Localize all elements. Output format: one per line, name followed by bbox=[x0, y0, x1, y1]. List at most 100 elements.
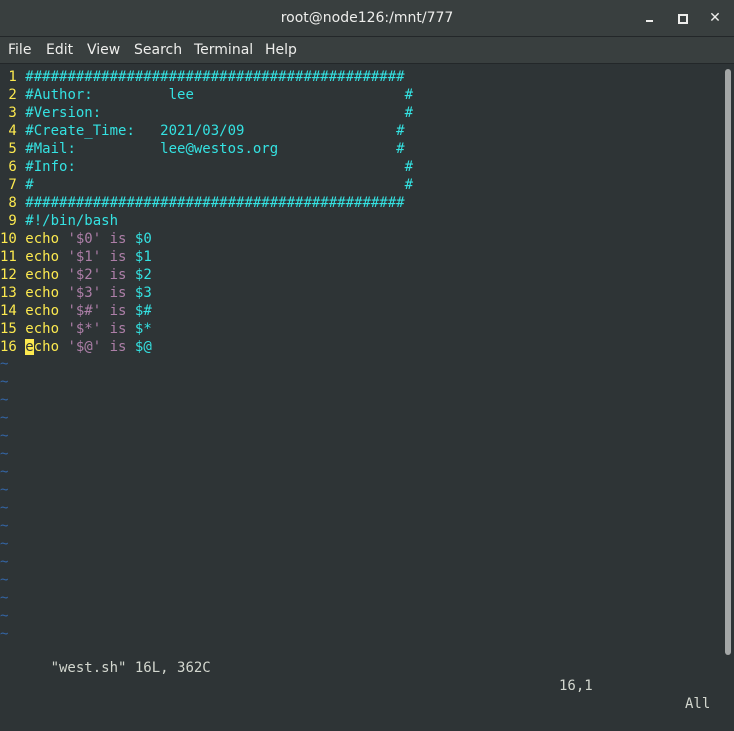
status-scroll: All bbox=[685, 696, 711, 712]
code-text: cho bbox=[33, 339, 68, 355]
empty-line-tilde: ~ bbox=[0, 572, 9, 588]
empty-line-tilde: ~ bbox=[0, 590, 9, 606]
code-text: echo bbox=[25, 249, 68, 265]
menu-bar: File Edit View Search Terminal Help bbox=[0, 37, 734, 64]
maximize-button[interactable] bbox=[672, 8, 692, 28]
editor-line: 11 echo '$1' is $1 bbox=[0, 248, 152, 266]
code-text: '$2' is bbox=[67, 267, 135, 283]
menu-terminal[interactable]: Terminal bbox=[194, 37, 253, 63]
empty-line-tilde: ~ bbox=[0, 608, 9, 624]
code-text: # # bbox=[25, 177, 414, 193]
empty-line-tilde: ~ bbox=[0, 518, 9, 534]
code-text: '$1' is bbox=[67, 249, 135, 265]
status-file-info: "west.sh" 16L, 362C bbox=[50, 660, 211, 676]
empty-line-tilde: ~ bbox=[0, 536, 9, 552]
editor-line: 16 echo '$@' is $@ bbox=[0, 338, 152, 356]
line-number: 1 bbox=[0, 69, 26, 85]
code-text: #Create_Time: 2021/03/09 # bbox=[25, 123, 405, 139]
code-text: ########################################… bbox=[25, 195, 405, 211]
editor-line: 2 #Author: lee # bbox=[0, 86, 413, 104]
line-number: 5 bbox=[0, 141, 26, 157]
empty-line-tilde: ~ bbox=[0, 374, 9, 390]
code-text: echo bbox=[25, 267, 68, 283]
editor-line: 10 echo '$0' is $0 bbox=[0, 230, 152, 248]
empty-line-tilde: ~ bbox=[0, 392, 9, 408]
line-number: 6 bbox=[0, 159, 26, 175]
menu-view[interactable]: View bbox=[87, 37, 120, 63]
empty-line-tilde: ~ bbox=[0, 446, 9, 462]
scrollbar-thumb[interactable] bbox=[725, 69, 731, 655]
code-text: echo bbox=[25, 321, 68, 337]
line-number: 2 bbox=[0, 87, 26, 103]
vim-status-line: "west.sh" 16L, 362C 16,1 All bbox=[0, 641, 722, 712]
editor-line: 8 ######################################… bbox=[0, 194, 405, 212]
editor-line: 1 ######################################… bbox=[0, 68, 404, 86]
code-text: $1 bbox=[134, 249, 152, 265]
close-icon: ✕ bbox=[709, 10, 721, 26]
code-text: $* bbox=[134, 321, 152, 337]
text-cursor: e bbox=[25, 339, 34, 355]
code-text: #Mail: lee@westos.org # bbox=[25, 141, 405, 157]
code-text: '$#' is bbox=[67, 303, 135, 319]
close-button[interactable]: ✕ bbox=[705, 8, 725, 28]
code-text: $@ bbox=[134, 339, 152, 355]
code-text: $0 bbox=[134, 231, 152, 247]
empty-line-tilde: ~ bbox=[0, 464, 9, 480]
code-text: $2 bbox=[134, 267, 152, 283]
line-number: 10 bbox=[0, 231, 26, 247]
scrollbar[interactable] bbox=[722, 65, 734, 661]
editor-line: 6 #Info: # bbox=[0, 158, 413, 176]
code-text: echo bbox=[25, 285, 68, 301]
empty-line-tilde: ~ bbox=[0, 500, 9, 516]
menu-file[interactable]: File bbox=[8, 37, 31, 63]
code-text: '$*' is bbox=[67, 321, 135, 337]
code-text: $# bbox=[134, 303, 152, 319]
editor-line: 15 echo '$*' is $* bbox=[0, 320, 152, 338]
empty-line-tilde: ~ bbox=[0, 554, 9, 570]
empty-line-tilde: ~ bbox=[0, 410, 9, 426]
menu-search[interactable]: Search bbox=[134, 37, 182, 63]
line-number: 14 bbox=[0, 303, 26, 319]
terminal-window: root@node126:/mnt/777 ✕ File Edit View S… bbox=[0, 0, 734, 712]
line-number: 13 bbox=[0, 285, 26, 301]
line-number: 9 bbox=[0, 213, 26, 229]
code-text: '$0' is bbox=[67, 231, 135, 247]
maximize-icon bbox=[678, 14, 688, 24]
editor-line: 7 # # bbox=[0, 176, 413, 194]
line-number: 16 bbox=[0, 339, 26, 355]
editor-line: 4 #Create_Time: 2021/03/09 # bbox=[0, 122, 405, 140]
line-number: 15 bbox=[0, 321, 26, 337]
editor-line: 3 #Version: # bbox=[0, 104, 413, 122]
code-text: '$3' is bbox=[67, 285, 135, 301]
terminal-content[interactable]: "west.sh" 16L, 362C 16,1 All 1 #########… bbox=[0, 65, 722, 712]
menu-help[interactable]: Help bbox=[265, 37, 297, 63]
code-text: #!/bin/bash bbox=[25, 213, 119, 229]
minimize-icon bbox=[646, 20, 653, 22]
window-title: root@node126:/mnt/777 bbox=[280, 10, 454, 26]
empty-line-tilde: ~ bbox=[0, 356, 9, 372]
line-number: 11 bbox=[0, 249, 26, 265]
line-number: 12 bbox=[0, 267, 26, 283]
empty-line-tilde: ~ bbox=[0, 482, 9, 498]
code-text: #Author: lee # bbox=[25, 87, 414, 103]
editor-line: 14 echo '$#' is $# bbox=[0, 302, 152, 320]
menu-edit[interactable]: Edit bbox=[46, 37, 73, 63]
line-number: 7 bbox=[0, 177, 26, 193]
line-number: 8 bbox=[0, 195, 26, 211]
editor-line: 9 #!/bin/bash bbox=[0, 212, 118, 230]
line-number: 3 bbox=[0, 105, 26, 121]
status-cursor-position: 16,1 bbox=[559, 678, 593, 694]
title-bar[interactable]: root@node126:/mnt/777 ✕ bbox=[0, 0, 734, 37]
code-text: echo bbox=[25, 231, 68, 247]
empty-line-tilde: ~ bbox=[0, 626, 9, 642]
code-text: $3 bbox=[134, 285, 152, 301]
code-text: echo bbox=[25, 303, 68, 319]
code-text: '$@' is bbox=[67, 339, 135, 355]
editor-line: 12 echo '$2' is $2 bbox=[0, 266, 152, 284]
code-text: #Info: # bbox=[25, 159, 414, 175]
editor-line: 5 #Mail: lee@westos.org # bbox=[0, 140, 405, 158]
line-number: 4 bbox=[0, 123, 26, 139]
minimize-button[interactable] bbox=[640, 8, 660, 28]
editor-line: 13 echo '$3' is $3 bbox=[0, 284, 152, 302]
code-text: #Version: # bbox=[25, 105, 414, 121]
